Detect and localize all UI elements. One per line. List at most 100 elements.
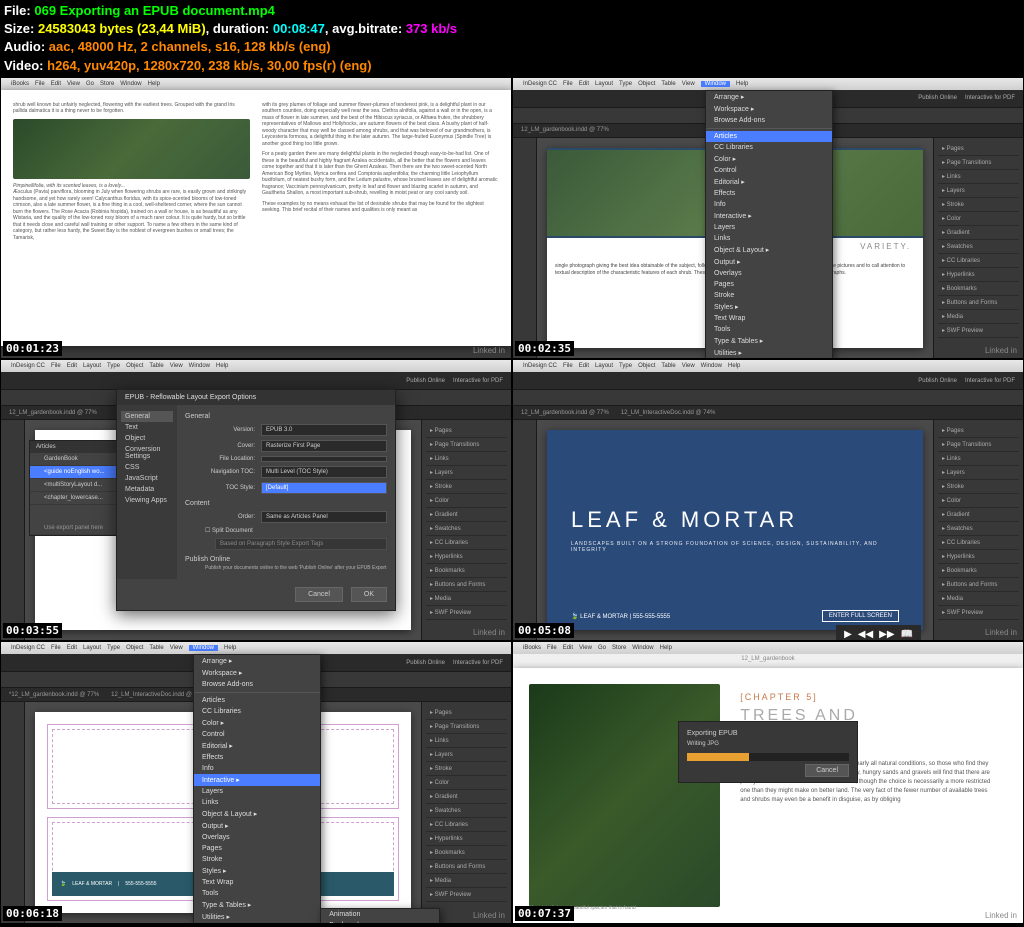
- menu-item[interactable]: Control: [706, 165, 832, 176]
- menu-item[interactable]: Interactive ▸: [706, 210, 832, 222]
- panel-bookmarks[interactable]: ▸ Bookmarks: [938, 282, 1019, 296]
- panel-page-transitions[interactable]: ▸ Page Transitions: [426, 438, 507, 452]
- panel-layers[interactable]: ▸ Layers: [426, 466, 507, 480]
- version-select[interactable]: EPUB 3.0: [261, 424, 387, 436]
- prev-icon[interactable]: ◀◀: [858, 629, 873, 640]
- panel-links[interactable]: ▸ Links: [938, 452, 1019, 466]
- panel-hyperlinks[interactable]: ▸ Hyperlinks: [426, 832, 507, 846]
- panel-pages[interactable]: ▸ Pages: [938, 424, 1019, 438]
- fullscreen-button[interactable]: ENTER FULL SCREEN: [822, 610, 899, 622]
- menu-item[interactable]: Object & Layout ▸: [194, 808, 320, 820]
- tocstyle-select[interactable]: [Default]: [261, 482, 387, 494]
- panel-swatches[interactable]: ▸ Swatches: [426, 804, 507, 818]
- panel-layers[interactable]: ▸ Layers: [938, 466, 1019, 480]
- menu-item[interactable]: Browse Add-ons: [706, 115, 832, 126]
- panel-stroke[interactable]: ▸ Stroke: [938, 198, 1019, 212]
- panel-gradient[interactable]: ▸ Gradient: [426, 790, 507, 804]
- panel-swf-preview[interactable]: ▸ SWF Preview: [426, 606, 507, 620]
- navtoc-select[interactable]: Multi Level (TOC Style): [261, 466, 387, 478]
- panel-pages[interactable]: ▸ Pages: [426, 424, 507, 438]
- menu-item[interactable]: Stroke: [706, 290, 832, 301]
- menu-item[interactable]: Object & Layout ▸: [706, 244, 832, 256]
- panel-media[interactable]: ▸ Media: [938, 310, 1019, 324]
- panel-color[interactable]: ▸ Color: [938, 494, 1019, 508]
- cover-select[interactable]: Rasterize First Page: [261, 440, 387, 452]
- panel-color[interactable]: ▸ Color: [426, 776, 507, 790]
- menu-item[interactable]: Output ▸: [706, 256, 832, 268]
- panel-buttons-and-forms[interactable]: ▸ Buttons and Forms: [426, 860, 507, 874]
- menu-item[interactable]: Text Wrap: [194, 877, 320, 888]
- menu-item[interactable]: Overlays: [706, 268, 832, 279]
- menu-item[interactable]: Stroke: [194, 854, 320, 865]
- panel-swf-preview[interactable]: ▸ SWF Preview: [938, 606, 1019, 620]
- menu-item[interactable]: Color ▸: [706, 153, 832, 165]
- menu-item[interactable]: CC Libraries: [194, 706, 320, 717]
- toolbox[interactable]: [513, 138, 537, 358]
- menu-item[interactable]: Effects: [194, 752, 320, 763]
- menu-item[interactable]: Type & Tables ▸: [706, 335, 832, 347]
- menu-item[interactable]: Arrange ▸: [194, 655, 320, 667]
- panels-dock[interactable]: ▸ Pages▸ Page Transitions▸ Links▸ Layers…: [933, 138, 1023, 358]
- panel-media[interactable]: ▸ Media: [426, 592, 507, 606]
- cancel-button[interactable]: Cancel: [295, 587, 343, 602]
- menu-item[interactable]: Utilities ▸: [706, 347, 832, 359]
- menu-item[interactable]: Info: [194, 763, 320, 774]
- panel-gradient[interactable]: ▸ Gradient: [426, 508, 507, 522]
- panel-swf-preview[interactable]: ▸ SWF Preview: [938, 324, 1019, 338]
- book-icon[interactable]: 📖: [901, 629, 913, 640]
- panel-media[interactable]: ▸ Media: [938, 592, 1019, 606]
- panel-gradient[interactable]: ▸ Gradient: [938, 508, 1019, 522]
- epub-preview-controls[interactable]: ▶ ◀◀ ▶▶ 📖: [836, 625, 921, 641]
- panel-buttons-and-forms[interactable]: ▸ Buttons and Forms: [938, 296, 1019, 310]
- panel-color[interactable]: ▸ Color: [938, 212, 1019, 226]
- panel-layers[interactable]: ▸ Layers: [426, 748, 507, 762]
- cancel-button[interactable]: Cancel: [805, 764, 849, 777]
- menu-item[interactable]: Layers: [194, 786, 320, 797]
- panel-cc-libraries[interactable]: ▸ CC Libraries: [938, 536, 1019, 550]
- menu-item[interactable]: Styles ▸: [706, 301, 832, 313]
- panel-hyperlinks[interactable]: ▸ Hyperlinks: [938, 268, 1019, 282]
- menu-item[interactable]: Editorial ▸: [194, 740, 320, 752]
- panel-stroke[interactable]: ▸ Stroke: [938, 480, 1019, 494]
- panel-layers[interactable]: ▸ Layers: [938, 184, 1019, 198]
- menu-item[interactable]: Output ▸: [194, 820, 320, 832]
- menu-item[interactable]: Effects: [706, 188, 832, 199]
- menu-item[interactable]: Tools: [194, 888, 320, 899]
- menu-item[interactable]: Text Wrap: [706, 313, 832, 324]
- panel-stroke[interactable]: ▸ Stroke: [426, 762, 507, 776]
- menu-item[interactable]: Control: [194, 729, 320, 740]
- panel-page-transitions[interactable]: ▸ Page Transitions: [938, 438, 1019, 452]
- menu-item[interactable]: Workspace ▸: [706, 103, 832, 115]
- panel-links[interactable]: ▸ Links: [426, 734, 507, 748]
- menu-item[interactable]: Arrange ▸: [706, 91, 832, 103]
- panel-media[interactable]: ▸ Media: [426, 874, 507, 888]
- menu-item[interactable]: Utilities ▸: [194, 911, 320, 923]
- order-select[interactable]: Same as Articles Panel: [261, 511, 387, 523]
- panel-color[interactable]: ▸ Color: [426, 494, 507, 508]
- panel-buttons-and-forms[interactable]: ▸ Buttons and Forms: [426, 578, 507, 592]
- menu-item[interactable]: Interactive ▸AnimationBookmarksButtons a…: [194, 774, 320, 786]
- menu-item[interactable]: Tools: [706, 324, 832, 335]
- menu-item[interactable]: Pages: [194, 843, 320, 854]
- panel-gradient[interactable]: ▸ Gradient: [938, 226, 1019, 240]
- ok-button[interactable]: OK: [351, 587, 387, 602]
- panel-stroke[interactable]: ▸ Stroke: [426, 480, 507, 494]
- panel-links[interactable]: ▸ Links: [938, 170, 1019, 184]
- menu-item[interactable]: Overlays: [194, 832, 320, 843]
- panel-page-transitions[interactable]: ▸ Page Transitions: [426, 720, 507, 734]
- panel-cc-libraries[interactable]: ▸ CC Libraries: [938, 254, 1019, 268]
- panel-buttons-and-forms[interactable]: ▸ Buttons and Forms: [938, 578, 1019, 592]
- menu-item[interactable]: Links: [706, 233, 832, 244]
- panel-bookmarks[interactable]: ▸ Bookmarks: [426, 564, 507, 578]
- panel-pages[interactable]: ▸ Pages: [938, 142, 1019, 156]
- document-tab[interactable]: 12_LM_gardenbook.indd @ 77%: [521, 127, 609, 133]
- panel-hyperlinks[interactable]: ▸ Hyperlinks: [938, 550, 1019, 564]
- menu-item[interactable]: Styles ▸: [194, 865, 320, 877]
- play-icon[interactable]: ▶: [844, 629, 852, 640]
- menu-item[interactable]: Color ▸: [194, 717, 320, 729]
- menu-item[interactable]: CC Libraries: [706, 142, 832, 153]
- panel-swatches[interactable]: ▸ Swatches: [938, 240, 1019, 254]
- menu-item[interactable]: Type & Tables ▸: [194, 899, 320, 911]
- menu-item[interactable]: Articles: [194, 695, 320, 706]
- menu-item[interactable]: Workspace ▸: [194, 667, 320, 679]
